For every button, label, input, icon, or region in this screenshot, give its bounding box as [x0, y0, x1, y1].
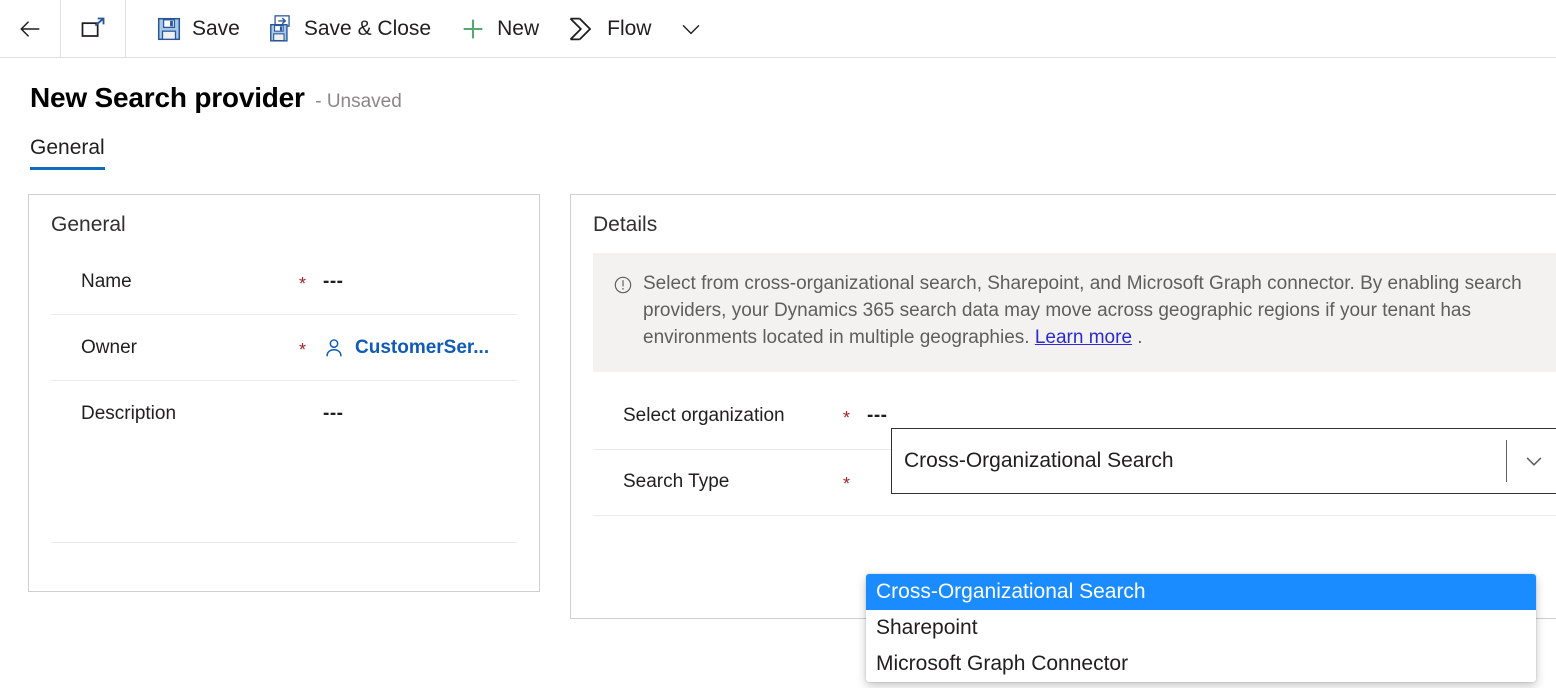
field-row-description: Description ---	[51, 381, 517, 447]
details-info-banner: Select from cross-organizational search,…	[593, 253, 1556, 372]
dropdown-option-sharepoint[interactable]: Sharepoint	[866, 610, 1536, 646]
search-type-dropdown-list: Cross-Organizational Search Sharepoint M…	[866, 574, 1536, 682]
banner-text-after-link: .	[1132, 326, 1143, 348]
details-trailing-spacer	[593, 516, 1556, 582]
save-icon	[156, 16, 182, 42]
dropdown-option-microsoft-graph-connector[interactable]: Microsoft Graph Connector	[866, 646, 1536, 682]
learn-more-link[interactable]: Learn more	[1035, 327, 1132, 348]
save-and-close-button[interactable]: Save & Close	[254, 0, 445, 57]
field-row-search-type: Search Type * Cross-Organizational Searc…	[593, 427, 1556, 516]
select-organization-label: Select organization	[623, 405, 785, 427]
page-save-state: - Unsaved	[315, 91, 402, 112]
name-field-value[interactable]: ---	[323, 271, 517, 293]
search-type-required-indicator: *	[843, 474, 851, 495]
description-field-value[interactable]: ---	[323, 403, 517, 425]
page-header: New Search provider - Unsaved	[0, 58, 1556, 114]
chevron-down-icon	[678, 16, 704, 42]
name-required-indicator: *	[299, 273, 307, 294]
description-field-label: Description	[81, 403, 177, 424]
owner-required-indicator: *	[299, 339, 307, 360]
owner-field-value[interactable]: CustomerSer...	[323, 337, 517, 359]
save-and-close-button-label: Save & Close	[303, 17, 432, 40]
save-button-label: Save	[192, 17, 240, 40]
dropdown-option-cross-organizational-search[interactable]: Cross-Organizational Search	[866, 574, 1536, 610]
search-type-label: Search Type	[623, 471, 730, 493]
details-info-banner-text: Select from cross-organizational search,…	[643, 271, 1537, 352]
description-field-spacer	[51, 447, 517, 543]
owner-field-label: Owner	[81, 336, 137, 358]
chevron-down-icon	[1521, 448, 1547, 474]
dropdown-option-label: Cross-Organizational Search	[876, 580, 1146, 603]
command-bar: Save Save & Close New Flow	[0, 0, 1556, 58]
general-fields: Name * --- Owner * CustomerSer... Descri…	[29, 237, 539, 543]
arrow-left-icon	[15, 14, 45, 44]
popout-button[interactable]	[61, 0, 125, 57]
name-field-label: Name	[81, 270, 132, 292]
info-circle-icon	[613, 271, 633, 352]
search-type-combobox[interactable]: Cross-Organizational Search	[891, 427, 1556, 494]
popout-icon	[79, 15, 107, 43]
search-type-expand-button[interactable]	[1506, 439, 1556, 482]
search-type-combobox-value: Cross-Organizational Search	[904, 448, 1174, 472]
tab-general[interactable]: General	[30, 136, 105, 170]
select-organization-value[interactable]: ---	[867, 405, 1556, 427]
overflow-menu-button[interactable]	[665, 0, 717, 57]
tab-general-label: General	[30, 136, 105, 159]
owner-name-text: CustomerSer...	[355, 336, 490, 358]
command-bar-actions: Save Save & Close New Flow	[126, 0, 717, 57]
page-title: New Search provider	[30, 82, 305, 113]
new-button-label: New	[497, 17, 540, 40]
flow-button-label: Flow	[607, 17, 652, 40]
flow-icon	[567, 15, 597, 43]
description-required-indicator	[299, 412, 323, 416]
tab-list: General	[0, 136, 1556, 170]
save-and-close-icon	[268, 14, 294, 43]
new-button[interactable]: New	[445, 0, 553, 57]
back-button[interactable]	[0, 0, 60, 57]
field-row-owner: Owner * CustomerSer...	[51, 315, 517, 381]
details-section-title: Details	[593, 213, 658, 236]
dropdown-option-label: Sharepoint	[876, 616, 978, 639]
person-icon	[323, 337, 345, 359]
field-row-name: Name * ---	[51, 249, 517, 315]
details-section-card: Details Select from cross-organizational…	[570, 194, 1556, 619]
save-button[interactable]: Save	[142, 0, 254, 57]
general-section-card: General Name * --- Owner * CustomerSer..…	[28, 194, 540, 592]
flow-button[interactable]: Flow	[553, 0, 665, 57]
select-organization-required-indicator: *	[843, 408, 851, 429]
dropdown-option-label: Microsoft Graph Connector	[876, 652, 1129, 675]
general-section-title: General	[51, 213, 126, 236]
details-fields: Select organization * --- Search Type * …	[571, 372, 1556, 582]
plus-icon	[459, 15, 487, 43]
